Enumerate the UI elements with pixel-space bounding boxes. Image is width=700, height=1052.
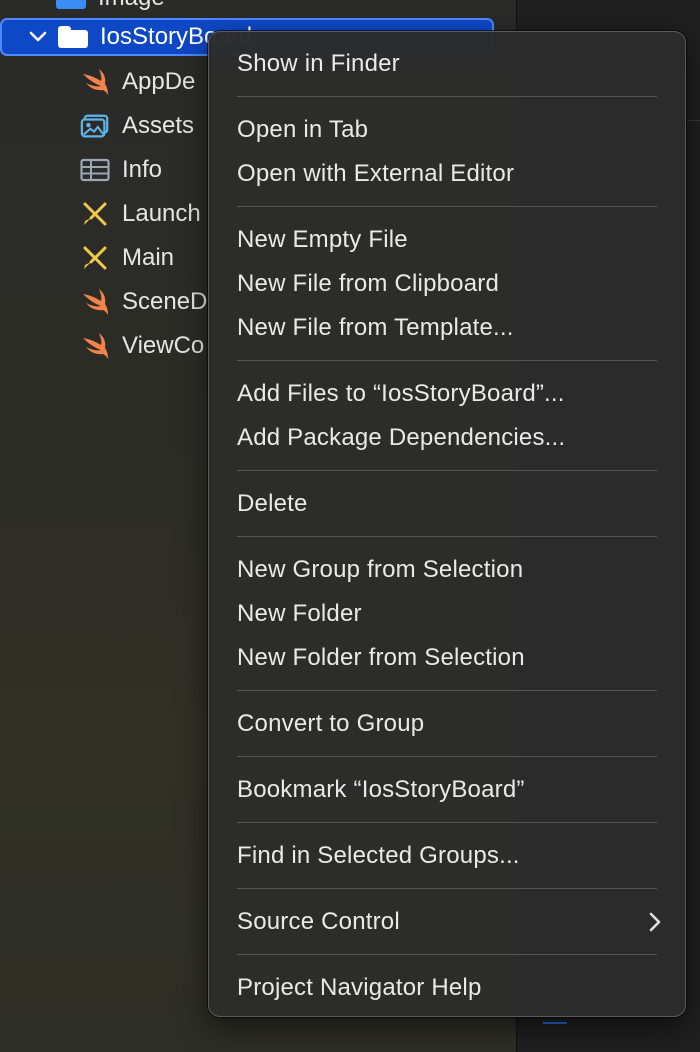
menu-item-label: New Folder: [237, 600, 362, 627]
menu-item-open-with-external-editor[interactable]: Open with External Editor: [209, 152, 685, 196]
tree-row-file[interactable]: SceneD: [80, 280, 207, 324]
menu-separator: [237, 888, 657, 889]
menu-item-open-in-tab[interactable]: Open in Tab: [209, 108, 685, 152]
tree-row-image[interactable]: Image: [0, 0, 165, 20]
menu-item-bookmark[interactable]: Bookmark “IosStoryBoard”: [209, 768, 685, 812]
menu-item-label: New Folder from Selection: [237, 644, 525, 671]
context-menu: Show in Finder Open in Tab Open with Ext…: [208, 31, 686, 1017]
swift-icon: [80, 67, 110, 97]
menu-separator: [237, 756, 657, 757]
tree-row-file[interactable]: Launch: [80, 192, 201, 236]
menu-separator: [237, 206, 657, 207]
storyboard-icon: [80, 243, 110, 273]
tree-row-file[interactable]: AppDe: [80, 60, 195, 104]
menu-item-delete[interactable]: Delete: [209, 482, 685, 526]
menu-item-label: New File from Clipboard: [237, 270, 500, 297]
menu-item-label: Add Package Dependencies...: [237, 424, 566, 451]
tree-row-label: Main: [122, 244, 175, 271]
menu-separator: [237, 822, 657, 823]
tree-row-label: Launch: [122, 200, 201, 227]
menu-item-new-folder[interactable]: New Folder: [209, 592, 685, 636]
tree-row-label: Assets: [122, 112, 195, 139]
menu-item-source-control[interactable]: Source Control: [209, 900, 685, 944]
menu-item-new-folder-from-selection[interactable]: New Folder from Selection: [209, 636, 685, 680]
tree-row-label: Image: [98, 0, 165, 12]
menu-separator: [237, 690, 657, 691]
menu-separator: [237, 470, 657, 471]
asset-catalog-icon: [80, 111, 110, 141]
menu-item-label: Project Navigator Help: [237, 974, 482, 1001]
menu-item-label: Bookmark “IosStoryBoard”: [237, 776, 525, 803]
menu-item-add-files[interactable]: Add Files to “IosStoryBoard”...: [209, 372, 685, 416]
menu-item-label: Find in Selected Groups...: [237, 842, 520, 869]
tree-row-file[interactable]: ViewCo: [80, 324, 204, 368]
menu-item-new-group-from-selection[interactable]: New Group from Selection: [209, 548, 685, 592]
plist-icon: [80, 155, 110, 185]
folder-icon: [56, 0, 86, 9]
menu-item-label: Delete: [237, 490, 308, 517]
menu-item-show-in-finder[interactable]: Show in Finder: [209, 42, 685, 86]
menu-item-label: Source Control: [237, 908, 400, 935]
menu-separator: [237, 954, 657, 955]
menu-separator: [237, 360, 657, 361]
menu-item-label: New File from Template...: [237, 314, 514, 341]
menu-item-new-empty-file[interactable]: New Empty File: [209, 218, 685, 262]
menu-item-label: Add Files to “IosStoryBoard”...: [237, 380, 565, 407]
menu-item-label: Open in Tab: [237, 116, 369, 143]
tree-row-label: Info: [122, 156, 163, 183]
menu-item-label: New Empty File: [237, 226, 408, 253]
chevron-right-icon: [649, 912, 661, 932]
tree-row-label: ViewCo: [122, 332, 205, 359]
menu-separator: [237, 536, 657, 537]
menu-item-project-navigator-help[interactable]: Project Navigator Help: [209, 966, 685, 1010]
tree-row-file[interactable]: Assets: [80, 104, 194, 148]
folder-icon: [58, 26, 88, 48]
menu-item-convert-to-group[interactable]: Convert to Group: [209, 702, 685, 746]
menu-item-add-package-dependencies[interactable]: Add Package Dependencies...: [209, 416, 685, 460]
menu-item-find-in-selected-groups[interactable]: Find in Selected Groups...: [209, 834, 685, 878]
menu-item-new-file-from-clipboard[interactable]: New File from Clipboard: [209, 262, 685, 306]
tree-row-label: AppDe: [122, 68, 196, 95]
swift-icon: [80, 287, 110, 317]
chevron-down-icon[interactable]: [18, 31, 58, 43]
tree-row-label: SceneD: [122, 288, 208, 315]
menu-item-label: New Group from Selection: [237, 556, 524, 583]
menu-item-label: Open with External Editor: [237, 160, 515, 187]
tree-row-file[interactable]: Info: [80, 148, 162, 192]
menu-item-new-file-from-template[interactable]: New File from Template...: [209, 306, 685, 350]
menu-item-label: Convert to Group: [237, 710, 425, 737]
tree-row-file[interactable]: Main: [80, 236, 174, 280]
swift-icon: [80, 331, 110, 361]
menu-item-label: Show in Finder: [237, 50, 400, 77]
storyboard-icon: [80, 199, 110, 229]
xcode-window: Image IosStoryBoard AppDe: [0, 0, 700, 1052]
menu-separator: [237, 96, 657, 97]
